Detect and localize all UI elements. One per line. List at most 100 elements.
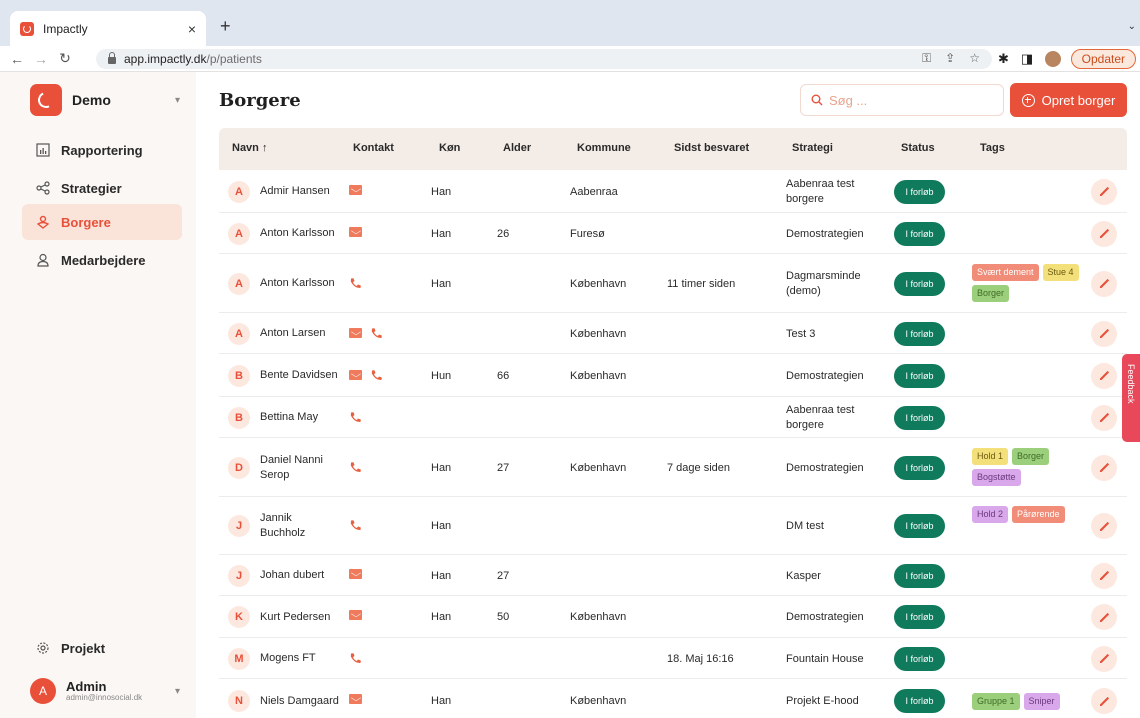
- column-header-status[interactable]: Status: [901, 142, 935, 154]
- citizen-name[interactable]: Kurt Pedersen: [260, 610, 340, 625]
- column-header-last-answered[interactable]: Sidst besvaret: [674, 142, 749, 154]
- table-row[interactable]: A Anton Karlsson Han 26 Furesø Demostrategien…: [219, 213, 1127, 254]
- mail-icon[interactable]: [349, 328, 362, 338]
- sidebar-item-projekt[interactable]: Projekt: [22, 630, 182, 666]
- mail-icon[interactable]: [349, 694, 362, 704]
- edit-button[interactable]: [1091, 454, 1117, 481]
- citizen-name[interactable]: Anton Larsen: [260, 326, 340, 341]
- phone-icon[interactable]: [349, 519, 362, 532]
- column-header-age[interactable]: Alder: [503, 142, 531, 154]
- table-row[interactable]: J Jannik Buchholz Han DM test I forløb Hold 2…: [219, 497, 1127, 555]
- sidepanel-icon[interactable]: ◨: [1021, 51, 1033, 67]
- status-badge: I forløb: [894, 563, 945, 588]
- tab-close-icon[interactable]: ×: [188, 21, 196, 37]
- phone-icon[interactable]: [349, 461, 362, 474]
- search-box[interactable]: [800, 84, 1004, 116]
- edit-button[interactable]: [1091, 178, 1117, 205]
- extensions-icon[interactable]: ✱: [998, 51, 1009, 67]
- citizen-name[interactable]: Niels Damgaard: [260, 694, 340, 709]
- edit-button[interactable]: [1091, 270, 1117, 297]
- tab-search-chevron-icon[interactable]: ⌄: [1128, 21, 1136, 32]
- strategy: Aabenraa test borgere: [786, 177, 855, 205]
- column-header-municipality[interactable]: Kommune: [577, 142, 631, 154]
- citizen-avatar: N: [228, 690, 250, 712]
- edit-button[interactable]: [1091, 604, 1117, 630]
- column-header-gender[interactable]: Køn: [439, 142, 460, 154]
- workspace-switcher[interactable]: Demo ▾: [30, 84, 190, 116]
- table-row[interactable]: B Bettina May Aabenraa test borgere I forlø…: [219, 397, 1127, 438]
- municipality: København: [570, 695, 627, 707]
- phone-icon[interactable]: [370, 327, 383, 340]
- user-menu[interactable]: A Admin admin@innosocial.dk ▾: [30, 676, 180, 706]
- share-icon[interactable]: ⇪: [945, 51, 955, 66]
- mail-icon[interactable]: [349, 370, 362, 380]
- bookmark-star-icon[interactable]: ☆: [969, 51, 980, 66]
- citizen-name[interactable]: Mogens FT: [260, 651, 340, 666]
- edit-button[interactable]: [1091, 404, 1117, 431]
- phone-icon[interactable]: [349, 411, 362, 424]
- column-header-name[interactable]: Navn ↑: [232, 142, 267, 154]
- phone-icon[interactable]: [349, 652, 362, 665]
- feedback-tab[interactable]: Feedback: [1122, 354, 1140, 442]
- municipality: København: [570, 369, 627, 382]
- mail-icon[interactable]: [349, 184, 362, 195]
- phone-icon[interactable]: [349, 277, 362, 290]
- phone-icon[interactable]: [370, 369, 383, 382]
- forward-icon[interactable]: →: [34, 51, 48, 67]
- age: 50: [497, 611, 510, 623]
- table-row[interactable]: M Mogens FT 18. Maj 16:16 Fountain House I f…: [219, 638, 1127, 679]
- browser-tab[interactable]: Impactly ×: [10, 11, 206, 46]
- table-row[interactable]: A Admir Hansen Han Aabenraa Aabenraa test bo…: [219, 170, 1127, 213]
- gender: Han: [431, 520, 452, 532]
- citizen-name[interactable]: Anton Karlsson: [260, 276, 340, 291]
- update-button[interactable]: Opdater: [1070, 49, 1136, 69]
- sidebar-item-rapportering[interactable]: Rapportering: [22, 132, 182, 168]
- edit-button[interactable]: [1091, 562, 1117, 589]
- citizen-name[interactable]: Anton Karlsson: [260, 226, 340, 241]
- contact-icons: [349, 461, 362, 474]
- edit-button[interactable]: [1091, 513, 1117, 539]
- browser-toolbar: ← → ↻ app.impactly.dk/p/patients ⚿ ⇪ ☆ ✱…: [0, 46, 1140, 72]
- sidebar-item-label: Strategier: [61, 180, 122, 196]
- profile-avatar[interactable]: [1045, 51, 1062, 67]
- reload-icon[interactable]: ↻: [58, 50, 72, 67]
- tab-title: Impactly: [43, 21, 88, 36]
- back-icon[interactable]: ←: [10, 51, 24, 67]
- column-header-strategy[interactable]: Strategi: [792, 142, 833, 154]
- gender: Han: [431, 277, 452, 290]
- user-icon: [36, 253, 50, 267]
- citizen-name[interactable]: Jannik Buchholz: [260, 511, 340, 541]
- edit-button[interactable]: [1091, 320, 1117, 347]
- mail-icon[interactable]: [349, 568, 362, 579]
- sidebar-item-borgere[interactable]: Borgere: [22, 204, 182, 240]
- sidebar-item-strategier[interactable]: Strategier: [22, 170, 182, 206]
- citizen-name[interactable]: Bente Davidsen: [260, 368, 340, 383]
- citizen-name[interactable]: Bettina May: [260, 410, 340, 425]
- edit-button[interactable]: [1091, 362, 1117, 389]
- table-row[interactable]: K Kurt Pedersen Han 50 København Demostrategi…: [219, 596, 1127, 638]
- citizen-name[interactable]: Daniel Nanni Serop: [260, 453, 340, 483]
- table-row[interactable]: J Johan dubert Han 27 Kasper I forløb: [219, 555, 1127, 596]
- citizen-name[interactable]: Admir Hansen: [260, 184, 340, 199]
- new-tab-icon[interactable]: +: [220, 17, 231, 35]
- address-bar[interactable]: app.impactly.dk/p/patients ⚿ ⇪ ☆: [96, 49, 992, 69]
- search-input[interactable]: [829, 92, 989, 108]
- edit-button[interactable]: [1091, 220, 1117, 247]
- column-header-contact[interactable]: Kontakt: [353, 142, 394, 154]
- mail-icon[interactable]: [349, 226, 362, 237]
- key-icon[interactable]: ⚿: [922, 51, 931, 66]
- mail-icon[interactable]: [349, 610, 362, 620]
- table-row[interactable]: B Bente Davidsen Hun 66 København Demostrateg…: [219, 354, 1127, 397]
- edit-button[interactable]: [1091, 688, 1117, 714]
- column-header-tags[interactable]: Tags: [980, 142, 1005, 154]
- citizen-name[interactable]: Johan dubert: [260, 568, 340, 583]
- table-row[interactable]: A Anton Karlsson Han København 11 timer side…: [219, 254, 1127, 313]
- create-citizen-button[interactable]: Opret borger: [1010, 83, 1127, 117]
- edit-button[interactable]: [1091, 645, 1117, 672]
- strategy: Kasper: [786, 569, 821, 582]
- table-row[interactable]: N Niels Damgaard Han København Projekt E-hoo…: [219, 679, 1127, 718]
- table-row[interactable]: A Anton Larsen København Test 3 I forløb: [219, 313, 1127, 354]
- status-badge: I forløb: [894, 689, 945, 713]
- table-row[interactable]: D Daniel Nanni Serop Han 27 København 7 dage …: [219, 438, 1127, 497]
- sidebar-item-medarbejdere[interactable]: Medarbejdere: [22, 242, 182, 278]
